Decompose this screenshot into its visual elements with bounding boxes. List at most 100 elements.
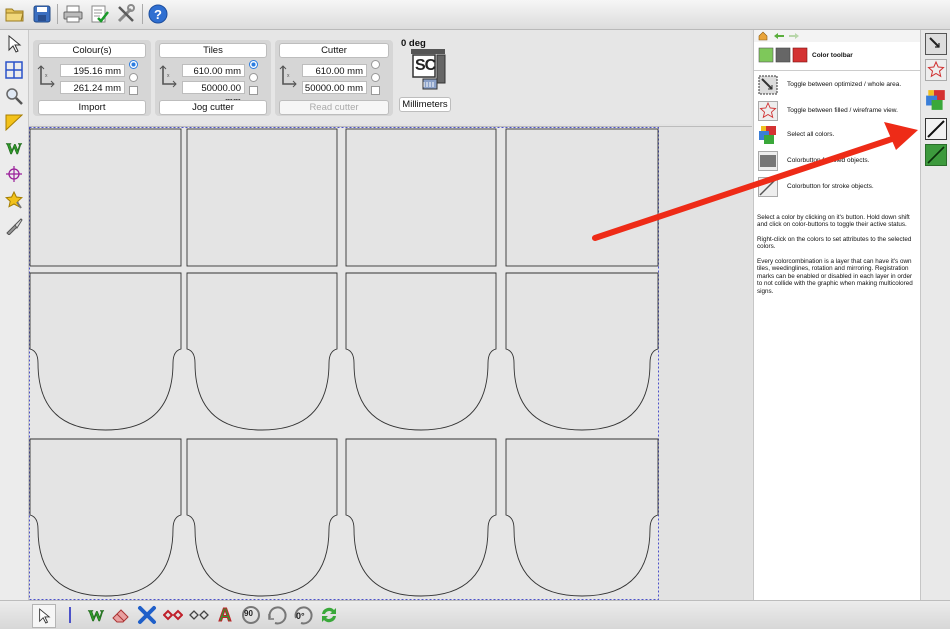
cut-canvas[interactable]	[29, 126, 752, 601]
all-colors-cubes-icon	[759, 126, 776, 144]
cut-shape[interactable]	[505, 128, 659, 267]
zoom-icon[interactable]	[4, 86, 24, 106]
pointer-icon[interactable]	[32, 604, 56, 628]
tiles-y-field[interactable]: 50000.00 mm	[182, 81, 245, 107]
tiles-radio-2[interactable]	[249, 73, 258, 82]
weed-icon[interactable]: W	[85, 604, 107, 626]
svg-text:?: ?	[154, 7, 162, 22]
colour-radio-1[interactable]	[129, 60, 138, 69]
cut-shape[interactable]	[29, 272, 182, 431]
svg-text:x: x	[45, 73, 48, 79]
optimized-area-icon[interactable]	[925, 33, 947, 55]
cut-shape[interactable]	[29, 128, 182, 267]
optimized-area-icon	[758, 75, 778, 95]
colour-y-field[interactable]: 261.24 mm	[60, 81, 125, 94]
ruler-triangle-icon[interactable]	[4, 112, 24, 132]
help-row-optimized: Toggle between optimized / whole area.	[756, 75, 916, 99]
colour-checkbox[interactable]	[129, 86, 138, 95]
filled-wireframe-star-icon[interactable]	[925, 59, 947, 81]
delete-x-icon[interactable]	[136, 604, 158, 626]
tiles-radio-1[interactable]	[249, 60, 258, 69]
read-cutter-button[interactable]: Read cutter	[279, 100, 389, 115]
main-toolbar: ?	[0, 0, 950, 30]
print-icon[interactable]	[62, 3, 84, 25]
help-row-text: Select all colors.	[787, 131, 835, 138]
cutter-title[interactable]: Cutter	[279, 43, 389, 58]
xy-axis-icon: x	[37, 65, 55, 88]
weld-icon[interactable]	[162, 604, 184, 626]
filled-wireframe-star-icon	[758, 101, 778, 121]
unweld-icon[interactable]	[188, 604, 210, 626]
tiles-title[interactable]: Tiles	[159, 43, 267, 58]
help-title: Color toolbar	[812, 52, 853, 59]
help-paragraph: Every colorcombination is a layer that c…	[757, 258, 913, 295]
cut-shape[interactable]	[505, 272, 659, 431]
rotate-90-label: 90	[244, 609, 253, 618]
cut-shape[interactable]	[345, 272, 497, 431]
forward-arrow-icon[interactable]	[788, 32, 800, 40]
svg-text:A: A	[219, 605, 232, 625]
tiles-x-field[interactable]: 610.00 mm	[182, 64, 245, 77]
cut-shape[interactable]	[186, 128, 338, 267]
colour-group: Colour(s) x 195.16 mm 261.24 mm Import	[33, 40, 151, 116]
rotate-0-icon[interactable]: 0°	[292, 604, 314, 626]
jog-cutter-button[interactable]: Jog cutter	[159, 100, 267, 115]
stroke-green-color-icon[interactable]	[925, 144, 947, 166]
help-row-filled: Toggle between filled / wireframe view.	[756, 101, 916, 125]
cutter-checkbox[interactable]	[371, 86, 380, 95]
cut-shape[interactable]	[29, 438, 182, 597]
cut-shape[interactable]	[505, 438, 659, 597]
svg-text:x: x	[287, 73, 290, 79]
colour-radio-2[interactable]	[129, 73, 138, 82]
cutter-x-field[interactable]: 610.00 mm	[302, 64, 367, 77]
left-toolbar: W	[0, 30, 29, 600]
units-button[interactable]: Millimeters	[399, 97, 451, 112]
weedline-icon[interactable]: W	[4, 138, 24, 158]
parameter-panel: Colour(s) x 195.16 mm 261.24 mm Import T…	[29, 30, 751, 124]
registration-mark-icon[interactable]	[4, 164, 24, 184]
help-panel: Color toolbar Toggle between optimized /…	[753, 30, 920, 600]
refresh-icon[interactable]	[318, 604, 340, 626]
text-outline-icon[interactable]: A	[214, 604, 236, 626]
stroke-black-color-icon[interactable]	[925, 118, 947, 140]
pointer-icon[interactable]	[4, 34, 24, 54]
cutter-logo-text: SC	[415, 57, 436, 74]
cutter-radio-1[interactable]	[371, 60, 380, 69]
stroke-color-icon	[758, 177, 778, 197]
knife-icon[interactable]	[4, 216, 24, 236]
tiles-checkbox[interactable]	[249, 86, 258, 95]
cut-shape[interactable]	[186, 272, 338, 431]
help-row-stroke: Colorbutton for stroke objects.	[756, 177, 916, 201]
eraser-icon[interactable]	[110, 604, 132, 626]
rotate-icon[interactable]	[266, 604, 288, 626]
back-arrow-icon[interactable]	[773, 32, 785, 40]
cutter-logo-icon[interactable]: SC	[409, 47, 447, 93]
help-row-text: Toggle between filled / wireframe view.	[787, 107, 898, 114]
fill-color-icon	[758, 151, 778, 171]
home-icon[interactable]	[758, 31, 768, 41]
tiles-grid-icon[interactable]	[4, 60, 24, 80]
colour-x-field[interactable]: 195.16 mm	[60, 64, 125, 77]
help-icon[interactable]: ?	[147, 3, 169, 25]
cut-shape[interactable]	[345, 438, 497, 597]
star-pin-icon[interactable]	[4, 190, 24, 210]
cutter-y-field[interactable]: 50000.00 mm	[302, 81, 367, 94]
colour-title[interactable]: Colour(s)	[38, 43, 146, 58]
open-folder-icon[interactable]	[4, 3, 26, 25]
cut-shape[interactable]	[186, 438, 338, 597]
help-row-text: Colorbutton for stroke objects.	[787, 183, 874, 190]
svg-text:W: W	[6, 141, 22, 157]
cut-shape[interactable]	[345, 128, 497, 267]
help-row-text: Colorbutton for filled objects.	[787, 157, 870, 164]
cutter-radio-2[interactable]	[371, 73, 380, 82]
save-disk-icon[interactable]	[31, 3, 53, 25]
rotate-90-icon[interactable]: 90	[240, 604, 262, 626]
all-colors-cubes-icon[interactable]	[925, 89, 947, 111]
cut-preview[interactable]	[29, 127, 752, 601]
settings-tools-icon[interactable]	[115, 3, 137, 25]
import-button[interactable]: Import	[38, 100, 146, 115]
help-row-allcolors: Select all colors.	[756, 125, 916, 149]
bottom-toolbar: W A 90 0°	[0, 600, 950, 629]
checklist-icon[interactable]	[89, 3, 111, 25]
svg-text:W: W	[88, 608, 104, 624]
